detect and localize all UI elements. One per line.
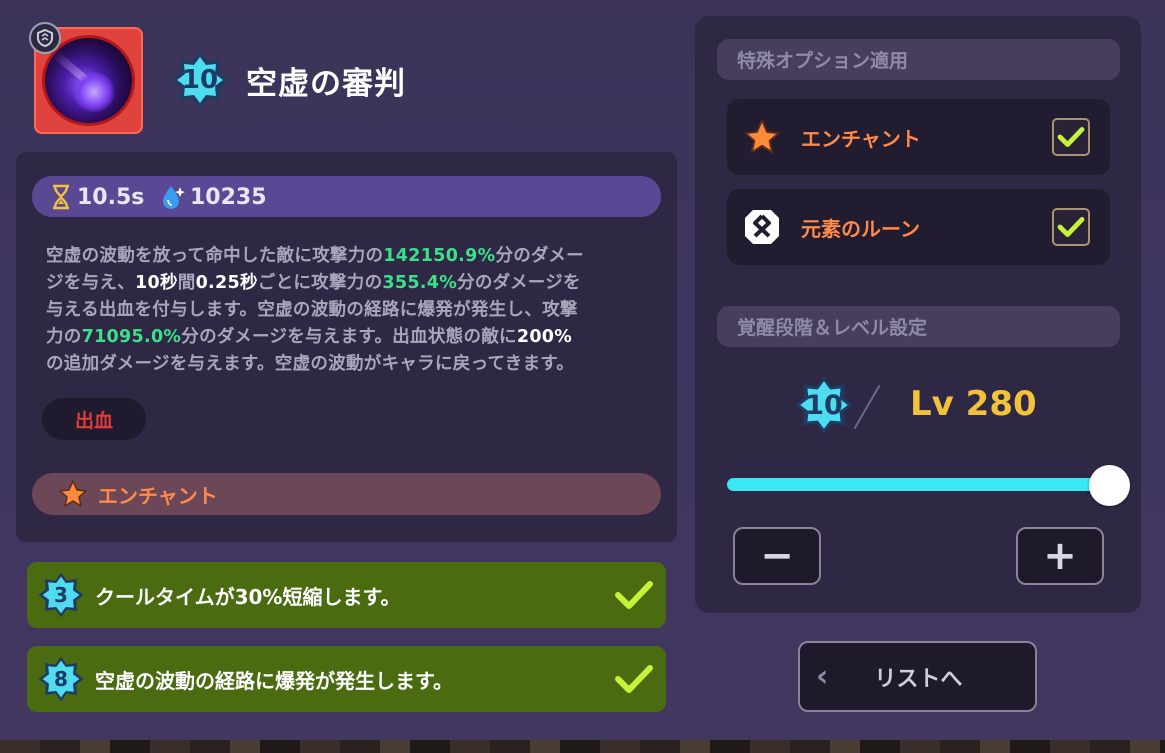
skill-description: 空虚の波動を放って命中した敵に攻撃力の142150.9%分のダメー ジを与え、1… [46,246,584,374]
enchant-tag-bar: エンチャント [32,473,661,515]
mana-drop-icon [163,186,185,209]
special-options-header: 特殊オプション適用 [717,39,1120,80]
level-slider-handle[interactable] [1089,465,1130,506]
cooldown-stat: 10.5s [50,184,144,210]
check-icon [615,581,653,609]
check-icon [1057,217,1085,237]
enchant-option-row[interactable]: エンチャント [727,99,1110,175]
enchant-checkbox[interactable] [1052,118,1090,156]
bleed-tag: 出血 [42,398,146,440]
check-icon [615,665,653,693]
awakening-stage-badge: 10 [793,374,855,436]
background-strip [0,740,1165,753]
level-text: Lv 280 [910,384,1037,424]
skill-title: 空虚の審判 [246,66,406,102]
rune-icon [745,210,779,244]
rune-checkbox[interactable] [1052,208,1090,246]
enchant-star-icon [59,480,87,507]
awakening-level-header: 覚醒段階＆レベル設定 [717,306,1120,347]
perk-row: 8 空虚の波動の経路に爆発が発生します。 [27,646,666,712]
perk-level-badge: 8 [37,655,85,703]
decrease-level-button[interactable]: − [733,527,821,585]
perk-level-badge: 3 [37,571,85,619]
level-slider-track[interactable] [727,478,1112,491]
increase-level-button[interactable]: + [1016,527,1104,585]
mana-stat: 10235 [160,184,267,210]
rank-shield-icon [29,22,61,54]
skill-level-badge: 10 [170,50,230,110]
back-to-list-button[interactable]: ‹ リストへ [798,641,1037,712]
chevron-left-icon: ‹ [816,659,829,694]
perk-row: 3 クールタイムが30%短縮します。 [27,562,666,628]
hourglass-icon [53,184,69,210]
rune-option-row[interactable]: 元素のルーン [727,189,1110,265]
check-icon [1057,127,1085,147]
enchant-star-icon [744,119,780,154]
